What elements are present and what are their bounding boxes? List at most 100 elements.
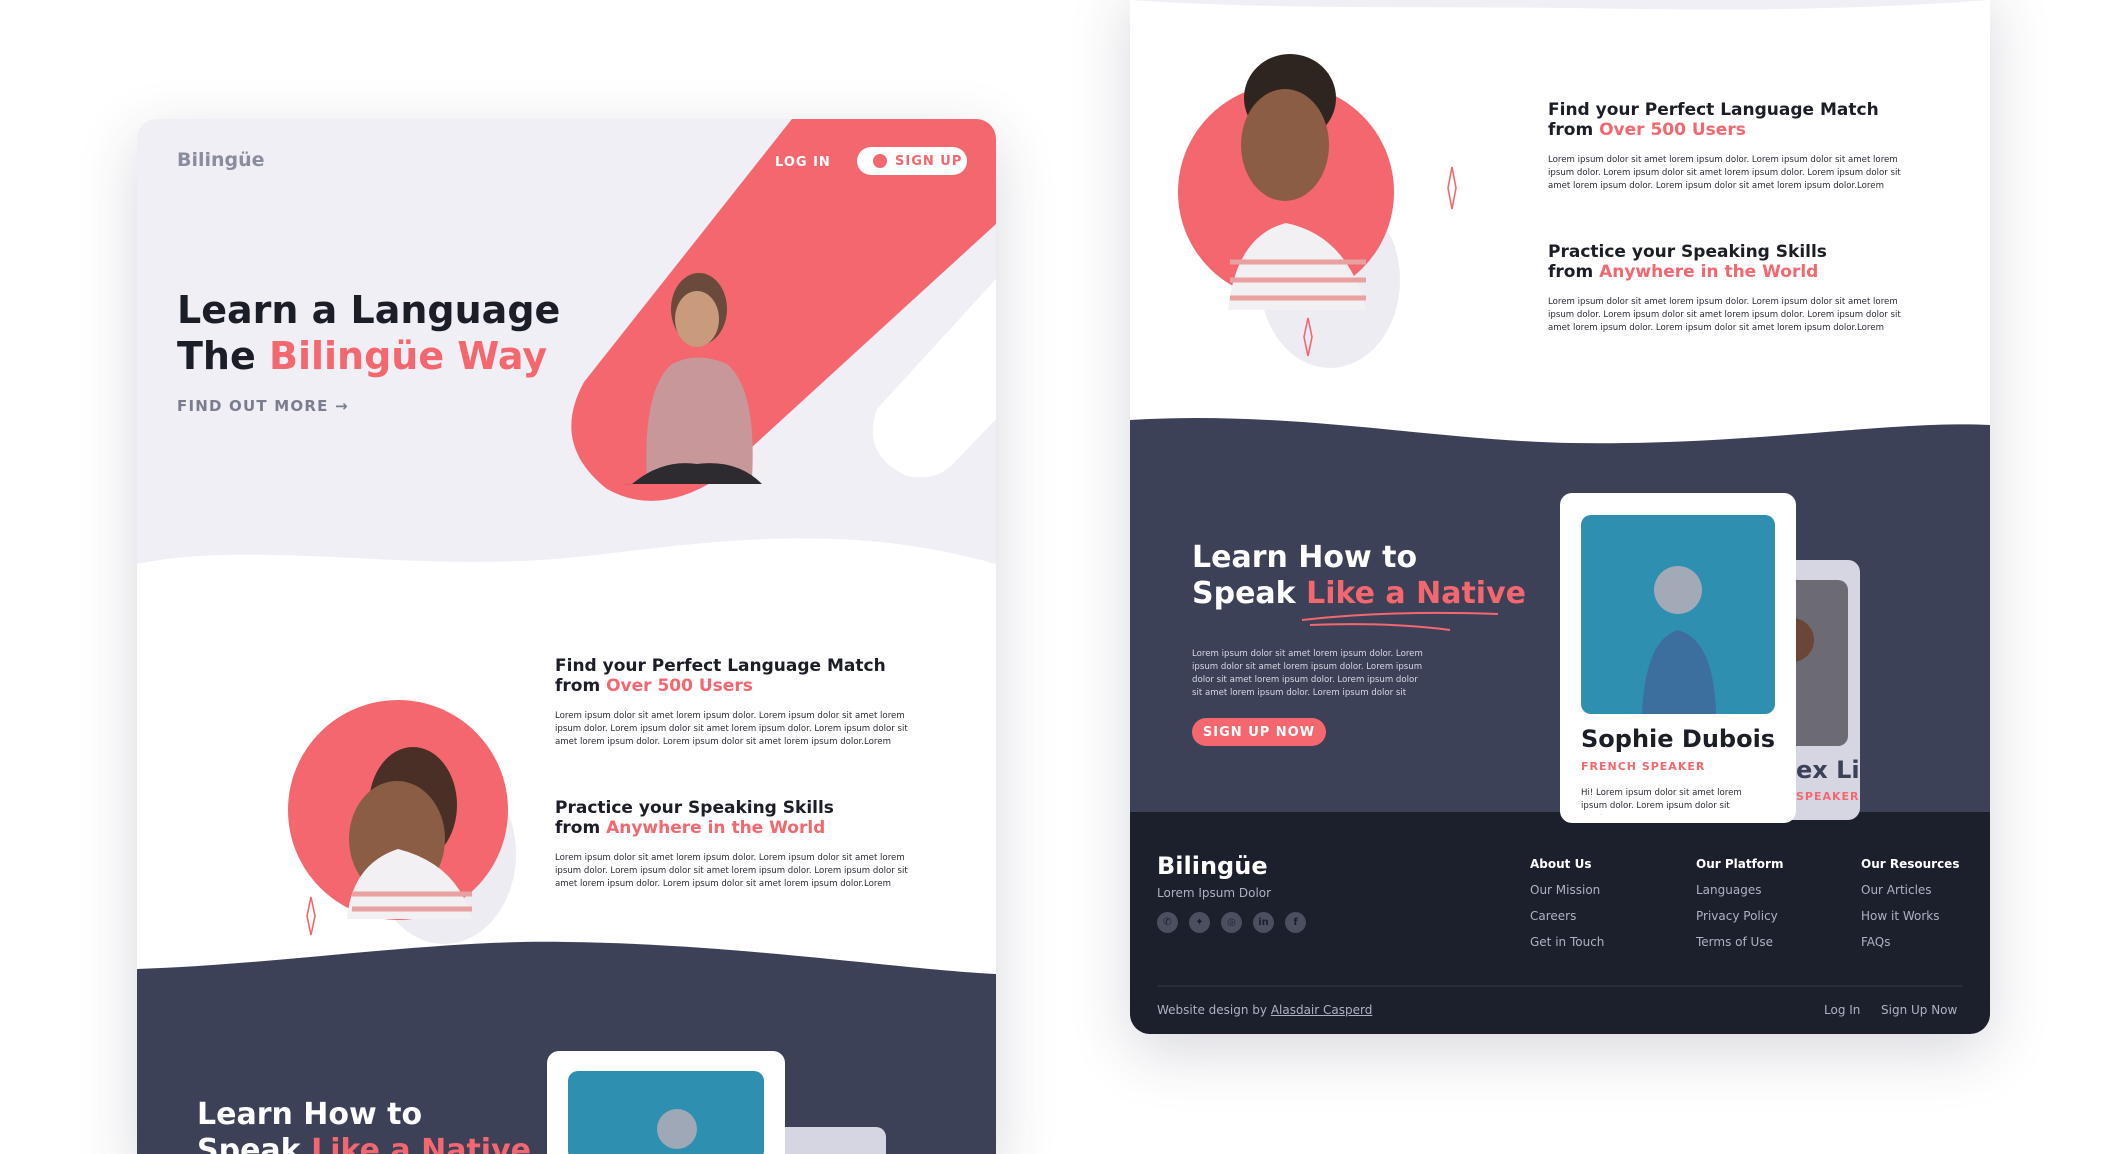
body-line: dolor sit amet lorem ipsum dolor. Lorem … (1192, 675, 1418, 685)
body-line: amet lorem ipsum dolor. Lorem ipsum dolo… (555, 879, 891, 889)
feature-title: Practice your Speaking Skills (1548, 242, 1827, 262)
footer-tagline: Lorem Ipsum Dolor (1157, 886, 1272, 900)
credit-prefix: Website design by (1157, 1003, 1271, 1017)
footer-col-title: About Us (1530, 857, 1592, 871)
feature-match: Find your Perfect Language Match from Ov… (1548, 100, 1958, 193)
body-line: Lorem ipsum dolor sit amet lorem ipsum d… (555, 853, 905, 863)
signup-button[interactable]: SIGN UP (895, 154, 962, 169)
find-out-more-label: FIND OUT MORE (177, 397, 329, 415)
body-line: amet lorem ipsum dolor. Lorem ipsum dolo… (1548, 323, 1884, 333)
footer-link[interactable]: Careers (1530, 909, 1640, 923)
footer-link[interactable]: Get in Touch (1530, 935, 1640, 949)
feature-practice: Practice your Speaking Skills from Anywh… (555, 798, 965, 891)
feature-highlight: Anywhere in the World (1599, 262, 1819, 282)
body-line: ipsum dolor. Lorem ipsum dolor sit amet … (555, 866, 908, 876)
body-line: Hi! Lorem ipsum dolor sit amet lorem (1581, 788, 1742, 798)
credit-link[interactable]: Alasdair Casperd (1271, 1003, 1373, 1017)
body-line: amet lorem ipsum dolor. Lorem ipsum dolo… (555, 737, 891, 747)
footer-link[interactable]: Languages (1696, 883, 1806, 897)
body-line: ipsum dolor sit amet lorem ipsum dolor. … (1192, 662, 1423, 672)
footer-link[interactable]: Our Mission (1530, 883, 1640, 897)
native-heading-prefix: Speak (1192, 576, 1307, 611)
feature-body: Lorem ipsum dolor sit amet lorem ipsum d… (1548, 154, 1958, 193)
body-line: ipsum dolor. Lorem ipsum dolor sit amet (1581, 801, 1730, 815)
feature-match: Find your Perfect Language Match from Ov… (555, 656, 965, 749)
feature-highlight: Over 500 Users (606, 676, 753, 696)
feature-body: Lorem ipsum dolor sit amet lorem ipsum d… (1548, 296, 1958, 335)
hero-title-highlight: Bilingüe Way (268, 334, 548, 378)
body-line: Lorem ipsum dolor sit amet lorem ipsum d… (1548, 155, 1898, 165)
brand-logo[interactable]: Bilingüe (177, 149, 265, 171)
feature-body: Lorem ipsum dolor sit amet lorem ipsum d… (555, 710, 965, 749)
footer-col-title: Our Platform (1696, 857, 1784, 871)
native-heading-line1: Learn How to (197, 1097, 423, 1132)
speaker-name-back: ex Liu (1796, 756, 1877, 784)
hero-title-line2: The Bilingüe Way (177, 333, 560, 379)
hero-title-prefix: The (177, 334, 269, 378)
presentation-canvas: Bilingüe LOG IN SIGN UP Learn a Language… (0, 0, 2122, 1154)
hero-title: Learn a Language The Bilingüe Way (177, 287, 560, 379)
feature-title: Find your Perfect Language Match (1548, 100, 1879, 120)
social-icons: ✆ ✦ ◎ in f (1157, 912, 1317, 933)
whatsapp-icon[interactable]: ✆ (1157, 912, 1178, 933)
footer-col-resources: Our Resources Our Articles How it Works … (1861, 857, 1981, 949)
footer-col-title: Our Resources (1861, 857, 1960, 871)
arrow-right-icon: → (334, 397, 349, 415)
footer-link[interactable]: Privacy Policy (1696, 909, 1806, 923)
twitter-icon[interactable]: ✦ (1189, 912, 1210, 933)
native-heading: Learn How to Speak Like a Native (1192, 540, 1526, 612)
feature-highlight: Over 500 Users (1599, 120, 1746, 140)
feature-from: from (1548, 262, 1600, 282)
feature-from: from (555, 818, 607, 838)
feature-subtitle: from Anywhere in the World (1548, 262, 1958, 282)
native-body: Lorem ipsum dolor sit amet lorem ipsum d… (1192, 648, 1423, 700)
feature-subtitle: from Over 500 Users (555, 676, 965, 696)
footer-link[interactable]: Terms of Use (1696, 935, 1806, 949)
footer-link[interactable]: How it Works (1861, 909, 1981, 923)
linkedin-icon[interactable]: in (1253, 912, 1274, 933)
homepage-mockup-top: Bilingüe LOG IN SIGN UP Learn a Language… (137, 119, 996, 1154)
body-line: Lorem ipsum dolor sit amet lorem ipsum d… (555, 711, 905, 721)
speaker-role-back: SPEAKER (1796, 790, 1860, 803)
feature-subtitle: from Over 500 Users (1548, 120, 1958, 140)
homepage-mockup-bottom: Find your Perfect Language Match from Ov… (1130, 0, 1990, 1034)
native-heading-line1: Learn How to (1192, 540, 1418, 575)
feature-body: Lorem ipsum dolor sit amet lorem ipsum d… (555, 852, 965, 891)
hero-backdrop (137, 119, 996, 1154)
body-line: Lorem ipsum dolor sit amet lorem ipsum d… (1548, 297, 1898, 307)
feature-title: Practice your Speaking Skills (555, 798, 834, 818)
feature-practice: Practice your Speaking Skills from Anywh… (1548, 242, 1958, 335)
footer-link[interactable]: Our Articles (1861, 883, 1981, 897)
footer-signup-link[interactable]: Sign Up Now (1881, 1003, 1957, 1017)
native-heading-highlight: Like a Native (1306, 576, 1526, 611)
body-line: Lorem ipsum dolor sit amet lorem ipsum d… (1192, 649, 1423, 659)
native-heading-highlight: Like a Native (311, 1133, 531, 1154)
body-line: amet lorem ipsum dolor. Lorem ipsum dolo… (1548, 181, 1884, 191)
feature-subtitle: from Anywhere in the World (555, 818, 965, 838)
native-heading-prefix: Speak (197, 1133, 312, 1154)
signup-now-button[interactable]: SIGN UP NOW (1192, 718, 1326, 746)
footer-login-link[interactable]: Log In (1824, 1003, 1860, 1017)
feature-highlight: Anywhere in the World (606, 818, 826, 838)
speaker-bio: Hi! Lorem ipsum dolor sit amet lorem ips… (1581, 787, 1751, 815)
footer-link[interactable]: FAQs (1861, 935, 1981, 949)
body-line: ipsum dolor. Lorem ipsum dolor sit amet … (1548, 310, 1901, 320)
footer-credit: Website design by Alasdair Casperd (1157, 1003, 1372, 1017)
instagram-icon[interactable]: ◎ (1221, 912, 1242, 933)
speaker-name: Sophie Dubois (1581, 725, 1776, 753)
feature-from: from (555, 676, 607, 696)
footer-col-about: About Us Our Mission Careers Get in Touc… (1530, 857, 1640, 949)
native-heading-partial: Learn How to Speak Like a Native (197, 1097, 531, 1154)
find-out-more-link[interactable]: FIND OUT MORE → (177, 397, 349, 415)
facebook-icon[interactable]: f (1285, 912, 1306, 933)
footer-col-platform: Our Platform Languages Privacy Policy Te… (1696, 857, 1806, 949)
footer-logo[interactable]: Bilingüe (1157, 852, 1268, 880)
feature-title: Find your Perfect Language Match (555, 656, 886, 676)
speaker-role: FRENCH SPEAKER (1581, 760, 1706, 773)
feature-from: from (1548, 120, 1600, 140)
login-link[interactable]: LOG IN (775, 155, 831, 170)
body-line: sit amet lorem ipsum dolor. Lorem ipsum … (1192, 688, 1407, 698)
body-line: ipsum dolor. Lorem ipsum dolor sit amet … (555, 724, 908, 734)
body-line: ipsum dolor. Lorem ipsum dolor sit amet … (1548, 168, 1901, 178)
hero-title-line1: Learn a Language (177, 288, 561, 332)
